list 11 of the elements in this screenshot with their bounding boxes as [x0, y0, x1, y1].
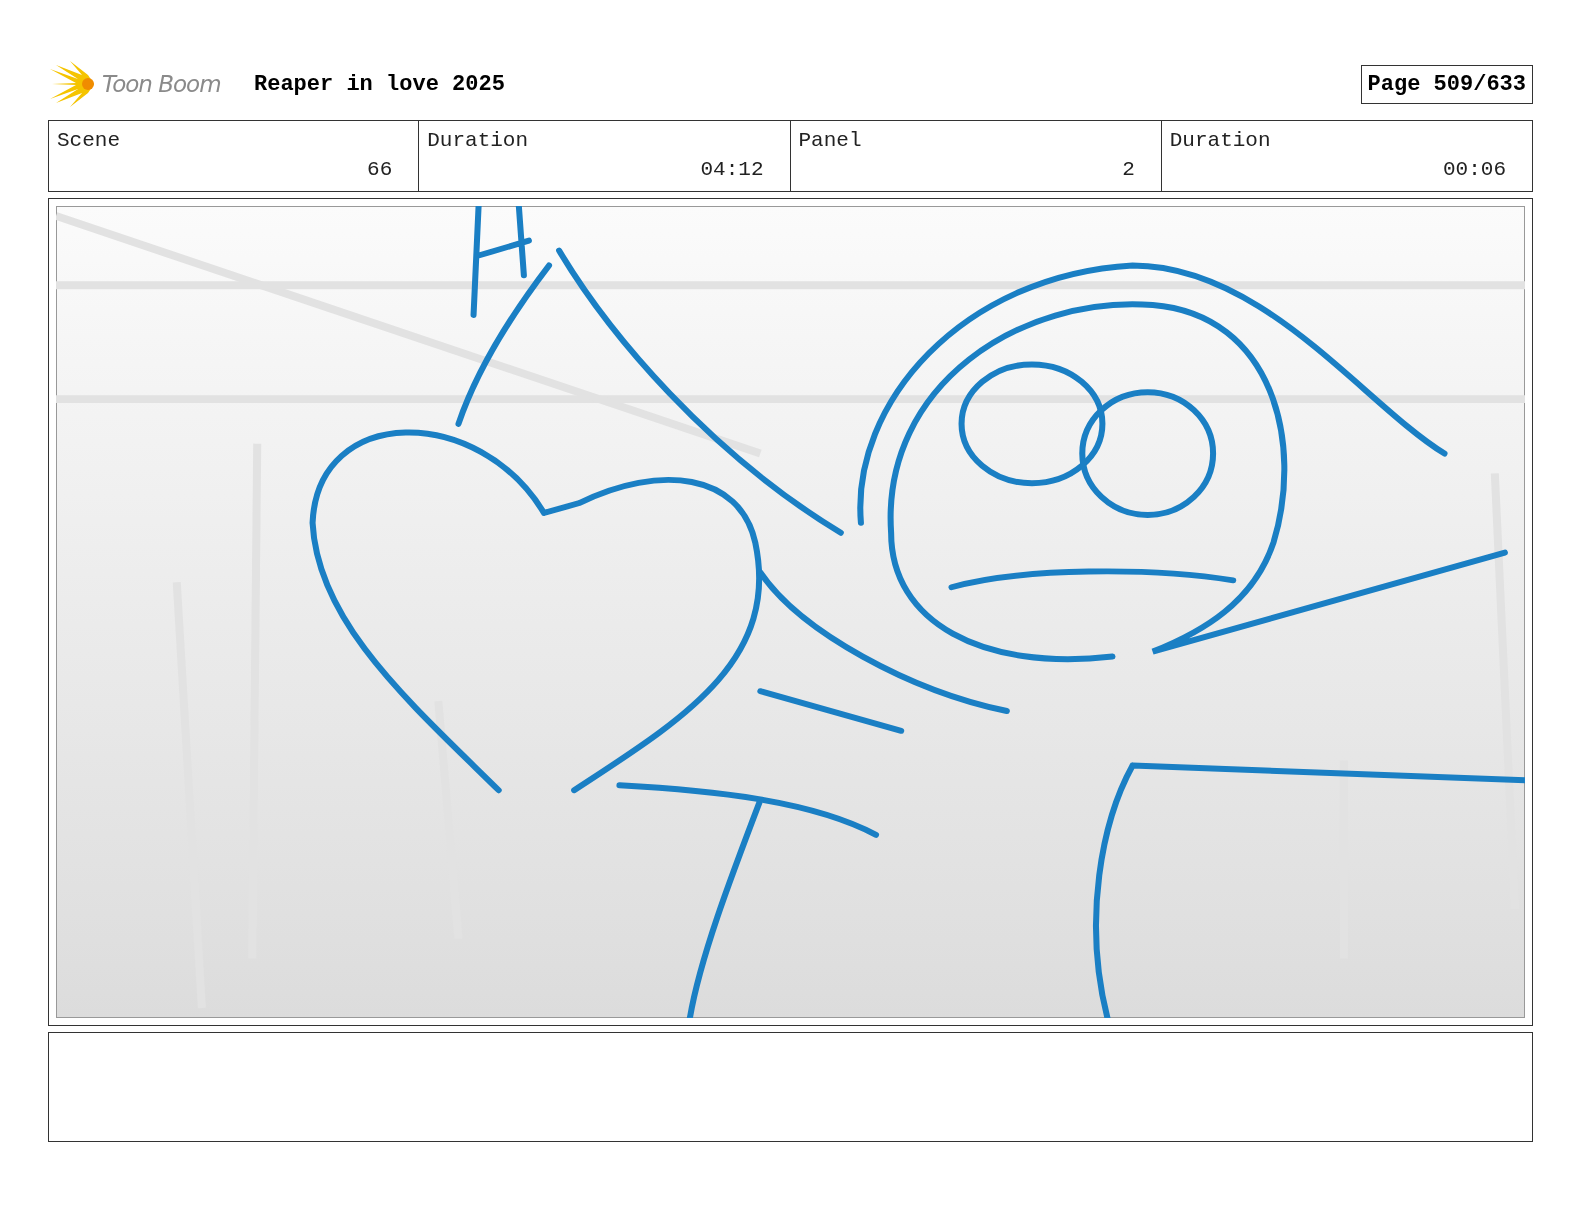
- field-value: 66: [367, 158, 393, 181]
- logo-text: Toon Boom: [102, 71, 221, 97]
- field-label: Duration: [427, 129, 530, 152]
- field-label: Panel: [798, 129, 863, 152]
- field-label: Scene: [57, 129, 121, 152]
- field-label: Duration: [1169, 129, 1272, 152]
- field-value: 2: [1122, 158, 1135, 181]
- field-value: 00:06: [1443, 158, 1506, 181]
- page-number: Page 509/633: [1360, 64, 1533, 104]
- field-value: 04:12: [700, 158, 764, 181]
- storyboard-title: Reaper in love 2025: [254, 71, 506, 97]
